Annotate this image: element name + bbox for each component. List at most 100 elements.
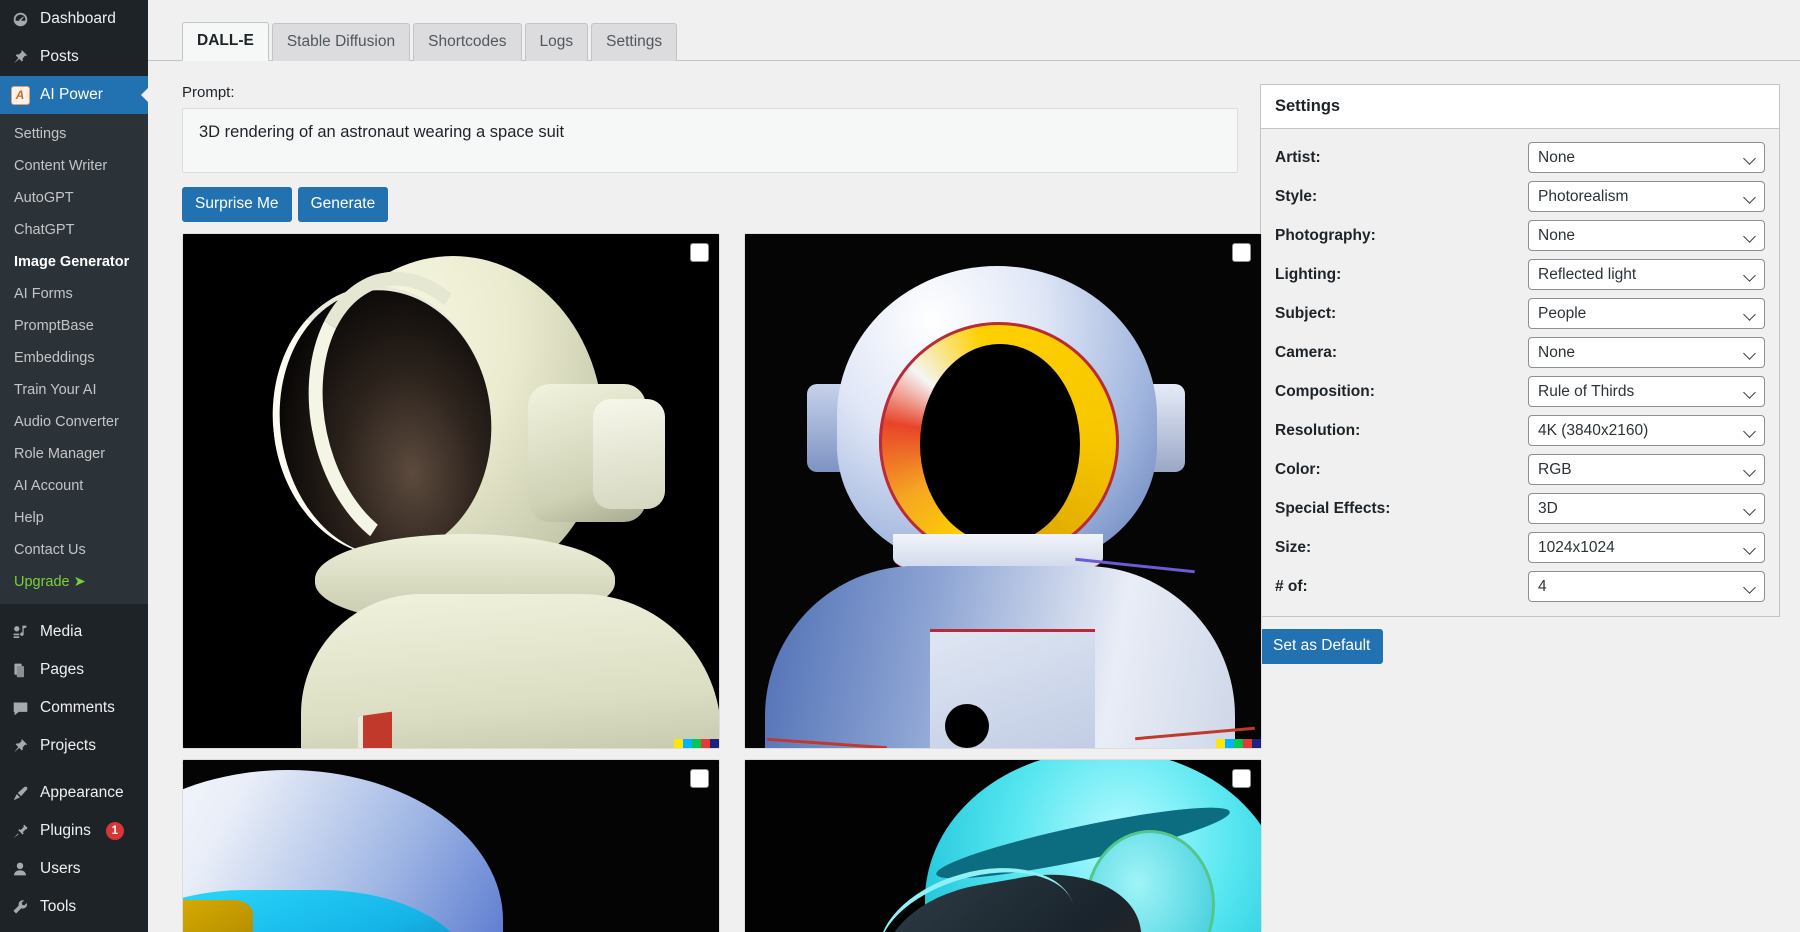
lighting-select[interactable]: Reflected light — [1528, 259, 1765, 290]
prompt-input[interactable]: 3D rendering of an astronaut wearing a s… — [182, 108, 1238, 173]
setting-row-camera: Camera: None — [1275, 337, 1765, 368]
tab-dall-e[interactable]: DALL-E — [182, 22, 269, 61]
result-image-4[interactable] — [744, 759, 1262, 932]
result-image-1[interactable] — [182, 233, 720, 749]
generator-actions: Surprise Me Generate — [182, 187, 1240, 222]
number-of-select[interactable]: 4 — [1528, 571, 1765, 602]
submenu-item-embeddings[interactable]: Embeddings — [0, 342, 148, 374]
sidebar-item-users[interactable]: Users — [0, 850, 148, 888]
result-checkbox-4[interactable] — [1232, 769, 1251, 788]
generate-button[interactable]: Generate — [298, 187, 389, 222]
sidebar-item-label: AI Power — [40, 85, 103, 105]
submenu-item-image-generator[interactable]: Image Generator — [0, 246, 148, 278]
settings-panel: Settings Artist: None Style: Photorealis… — [1260, 84, 1780, 617]
sidebar-item-posts[interactable]: Posts — [0, 38, 148, 76]
tab-stable-diffusion[interactable]: Stable Diffusion — [272, 23, 410, 61]
result-image-2[interactable] — [744, 233, 1262, 749]
setting-label-special-effects: Special Effects: — [1275, 500, 1528, 518]
admin-app: Dashboard Posts A AI Power Settings Cont… — [0, 0, 1800, 932]
pages-icon — [9, 660, 31, 680]
setting-row-color: Color: RGB — [1275, 454, 1765, 485]
submenu-item-audio-converter[interactable]: Audio Converter — [0, 406, 148, 438]
sidebar-item-label: Posts — [40, 47, 79, 67]
pin-icon — [9, 736, 31, 756]
tab-settings[interactable]: Settings — [591, 23, 677, 61]
setting-label-number-of: # of: — [1275, 578, 1528, 596]
artist-select[interactable]: None — [1528, 142, 1765, 173]
settings-panel-actions: Set as Default — [1260, 629, 1774, 664]
settings-column: Settings Artist: None Style: Photorealis… — [1260, 84, 1774, 932]
resolution-select[interactable]: 4K (3840x2160) — [1528, 415, 1765, 446]
submenu-item-contact-us[interactable]: Contact Us — [0, 534, 148, 566]
setting-label-camera: Camera: — [1275, 344, 1528, 362]
setting-row-style: Style: Photorealism — [1275, 181, 1765, 212]
sidebar-item-label: Plugins — [40, 821, 91, 841]
special-effects-select[interactable]: 3D — [1528, 493, 1765, 524]
sidebar-item-projects[interactable]: Projects — [0, 727, 148, 765]
submenu-item-ai-forms[interactable]: AI Forms — [0, 278, 148, 310]
sidebar-item-label: Projects — [40, 736, 96, 756]
result-checkbox-1[interactable] — [690, 243, 709, 262]
sidebar-item-ai-power[interactable]: A AI Power — [0, 76, 148, 114]
sidebar-item-label: Tools — [40, 897, 76, 917]
composition-select[interactable]: Rule of Thirds — [1528, 376, 1765, 407]
astronaut-blue-lit-front-art — [745, 234, 1261, 748]
photography-select[interactable]: None — [1528, 220, 1765, 251]
sidebar-item-settings[interactable]: Settings — [0, 926, 148, 932]
result-image-3[interactable] — [182, 759, 720, 932]
submenu-item-help[interactable]: Help — [0, 502, 148, 534]
pin-icon — [9, 47, 31, 67]
sidebar-item-label: Media — [40, 622, 82, 642]
submenu-item-ai-account[interactable]: AI Account — [0, 470, 148, 502]
astronaut-cyan-glow-helmet-art — [745, 760, 1261, 932]
size-select[interactable]: 1024x1024 — [1528, 532, 1765, 563]
setting-row-number-of: # of: 4 — [1275, 571, 1765, 602]
sidebar-item-comments[interactable]: Comments — [0, 689, 148, 727]
sidebar-item-label: Appearance — [40, 783, 124, 803]
main-content: DALL-E Stable Diffusion Shortcodes Logs … — [148, 0, 1800, 932]
camera-select[interactable]: None — [1528, 337, 1765, 368]
submenu-item-settings[interactable]: Settings — [0, 118, 148, 150]
submenu-item-role-manager[interactable]: Role Manager — [0, 438, 148, 470]
subject-select[interactable]: People — [1528, 298, 1765, 329]
sidebar-item-media[interactable]: Media — [0, 613, 148, 651]
sidebar-item-dashboard[interactable]: Dashboard — [0, 0, 148, 38]
sidebar-item-appearance[interactable]: Appearance — [0, 774, 148, 812]
submenu-item-promptbase[interactable]: PromptBase — [0, 310, 148, 342]
style-select[interactable]: Photorealism — [1528, 181, 1765, 212]
submenu-item-content-writer[interactable]: Content Writer — [0, 150, 148, 182]
plug-icon — [9, 821, 31, 841]
result-checkbox-2[interactable] — [1232, 243, 1251, 262]
sidebar-divider-2 — [0, 765, 148, 774]
setting-row-size: Size: 1024x1024 — [1275, 532, 1765, 563]
generator-column: Prompt: 3D rendering of an astronaut wea… — [182, 84, 1240, 932]
surprise-me-button[interactable]: Surprise Me — [182, 187, 292, 222]
sidebar-item-plugins[interactable]: Plugins 1 — [0, 812, 148, 850]
submenu-item-chatgpt[interactable]: ChatGPT — [0, 214, 148, 246]
tab-shortcodes[interactable]: Shortcodes — [413, 23, 521, 61]
setting-label-resolution: Resolution: — [1275, 422, 1528, 440]
submenu-item-autogpt[interactable]: AutoGPT — [0, 182, 148, 214]
prompt-label: Prompt: — [182, 84, 1240, 101]
setting-row-special-effects: Special Effects: 3D — [1275, 493, 1765, 524]
color-select[interactable]: RGB — [1528, 454, 1765, 485]
setting-label-subject: Subject: — [1275, 305, 1528, 323]
setting-label-style: Style: — [1275, 188, 1528, 206]
setting-row-subject: Subject: People — [1275, 298, 1765, 329]
tab-logs[interactable]: Logs — [525, 23, 589, 61]
submenu-item-train-your-ai[interactable]: Train Your AI — [0, 374, 148, 406]
submenu-item-upgrade[interactable]: Upgrade ➤ — [0, 566, 148, 598]
tools-icon — [9, 897, 31, 917]
setting-label-size: Size: — [1275, 539, 1528, 557]
brush-icon — [9, 783, 31, 803]
setting-label-color: Color: — [1275, 461, 1528, 479]
sidebar-item-tools[interactable]: Tools — [0, 888, 148, 926]
admin-sidebar: Dashboard Posts A AI Power Settings Cont… — [0, 0, 148, 932]
result-checkbox-3[interactable] — [690, 769, 709, 788]
settings-panel-title: Settings — [1261, 85, 1779, 129]
sidebar-item-pages[interactable]: Pages — [0, 651, 148, 689]
set-as-default-button[interactable]: Set as Default — [1260, 629, 1383, 664]
media-icon — [9, 622, 31, 642]
users-icon — [9, 859, 31, 879]
ai-power-submenu: Settings Content Writer AutoGPT ChatGPT … — [0, 114, 148, 604]
